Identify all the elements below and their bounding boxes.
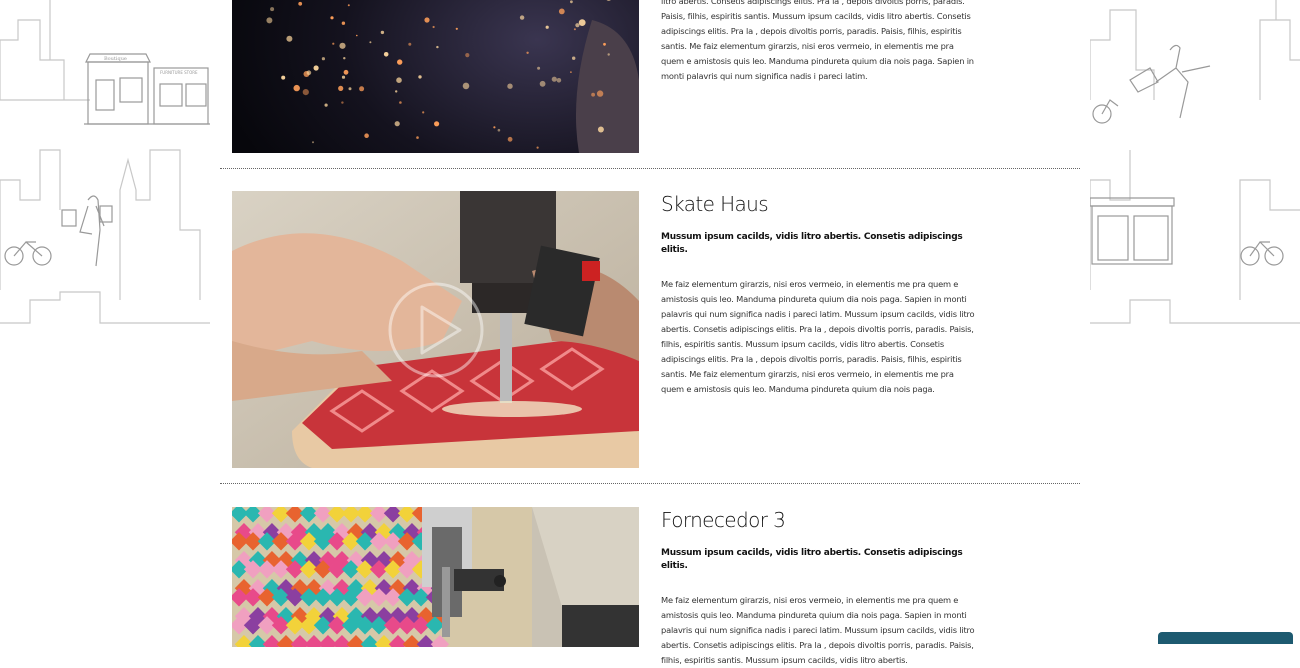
right-city-illustration — [1090, 0, 1300, 325]
supplier-description: litro abertis. Consetis adipiscings elit… — [661, 0, 974, 81]
supplier-video[interactable] — [232, 191, 639, 468]
supplier-name: Fornecedor 3 — [661, 508, 786, 532]
supplier-name: Skate Haus — [661, 192, 769, 216]
shop-sign-left: Boutique — [104, 56, 127, 62]
supplier-lead: Mussum ipsum cacilds, vidis litro aberti… — [661, 232, 963, 255]
supplier-description: Me faiz elementum girarzis, nisi eros ve… — [661, 279, 975, 394]
supplier-video[interactable] — [232, 0, 639, 153]
left-city-illustration: Boutique FURNITURE STORE — [0, 0, 210, 325]
entry-divider — [220, 168, 1080, 169]
supplier-list: litro abertis. Consetis adipiscings elit… — [220, 0, 1080, 665]
supplier-lead: Mussum ipsum cacilds, vidis litro aberti… — [661, 548, 963, 571]
shop-sign-right: FURNITURE STORE — [160, 70, 198, 75]
supplier-description: Me faiz elementum girarzis, nisi eros ve… — [661, 595, 975, 665]
bottom-chat-tab[interactable] — [1158, 632, 1293, 644]
supplier-video[interactable] — [232, 507, 639, 647]
entry-divider — [220, 483, 1080, 484]
